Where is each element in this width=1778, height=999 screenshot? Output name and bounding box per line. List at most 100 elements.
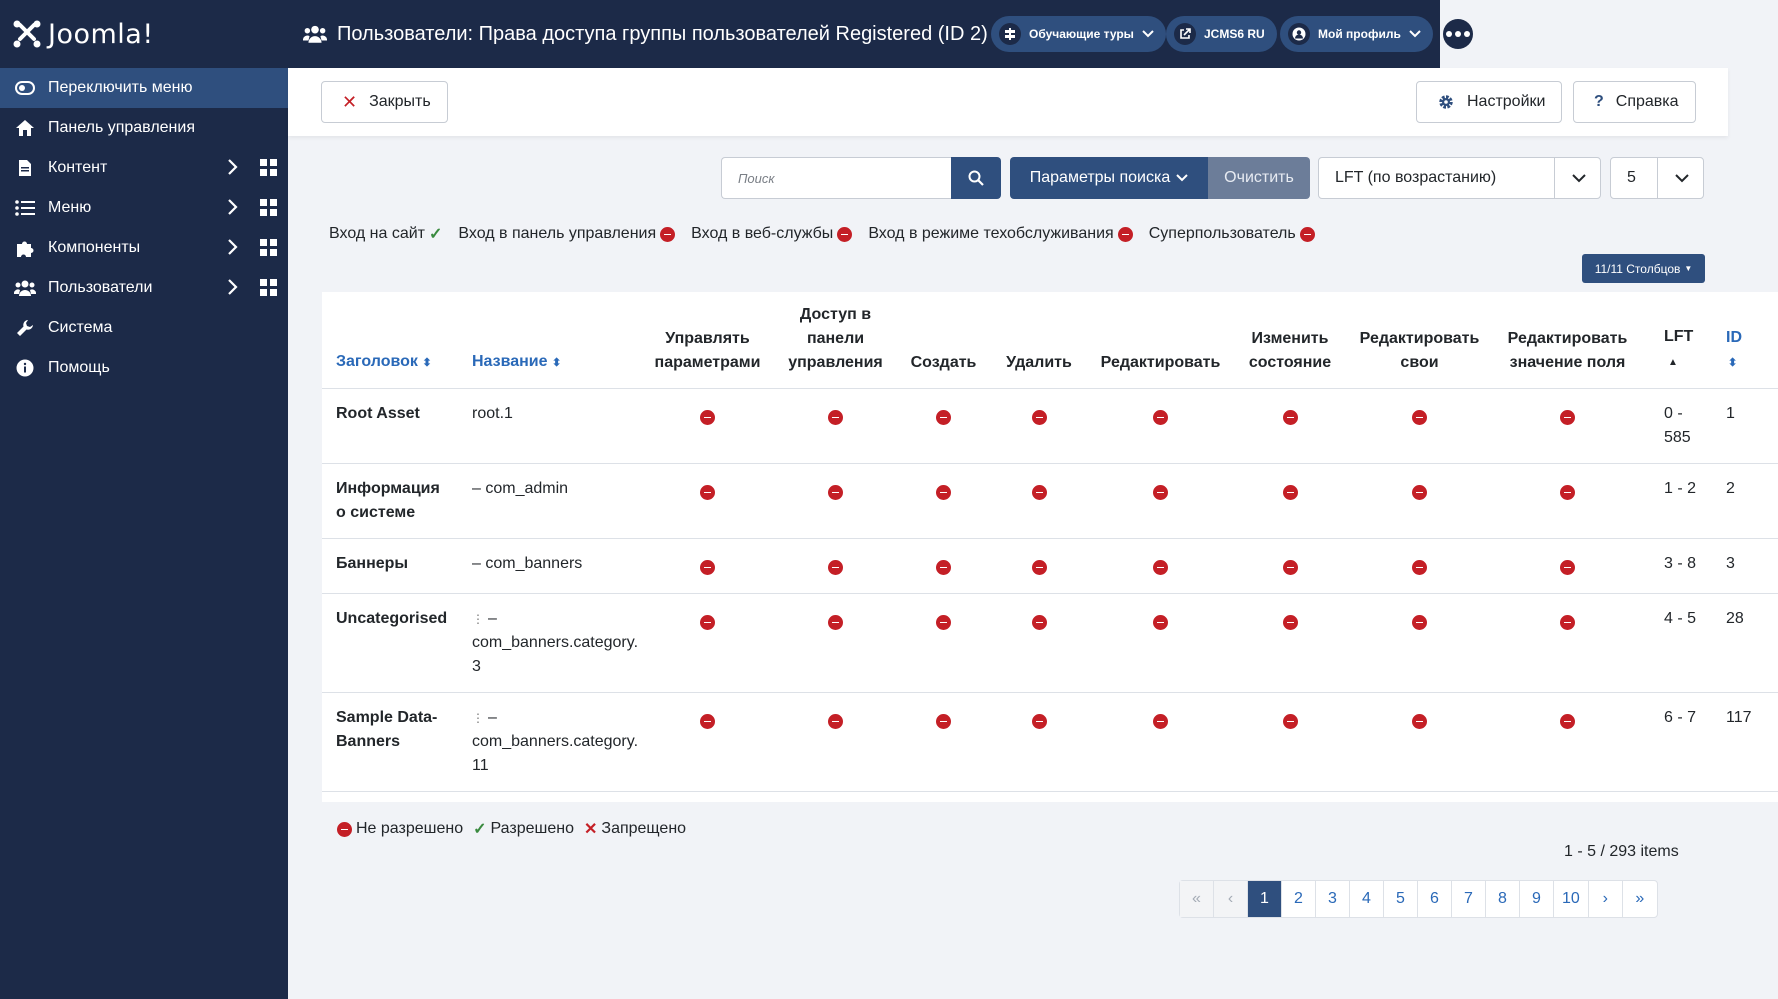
page-title: Пользователи: Права доступа группы польз… [303,23,988,46]
row-id: 1 [1708,388,1778,464]
column-header-name[interactable]: Название ⬍ [458,292,644,389]
view-site-button[interactable]: JCMS6 RU [1166,16,1277,52]
page-link[interactable]: 1 [1248,881,1282,917]
not-allowed-icon [1412,614,1427,630]
limit-select[interactable]: 5 [1610,157,1704,199]
table-row: Sample Data-Banners ⋮ – com_banners.catego… [322,692,1778,792]
search-input[interactable] [721,157,951,199]
user-menu-label: Мой профиль [1318,27,1401,41]
row-id: 117 [1708,692,1778,792]
page-link[interactable]: 4 [1350,881,1384,917]
permission-cell-admin [644,692,771,792]
not-allowed-icon [1153,559,1168,575]
help-button[interactable]: ? Справка [1573,81,1696,123]
column-header-title[interactable]: Заголовок ⬍ [322,292,458,389]
chevron-down-icon [1409,30,1421,38]
permission-cell-admin [644,388,771,464]
close-button[interactable]: ✕ Закрыть [321,81,448,123]
not-allowed-icon [1031,614,1047,630]
drag-handle-icon[interactable]: ⋮ [472,612,484,626]
not-allowed-icon [1299,226,1315,242]
search-icon [968,170,984,186]
page-link[interactable]: 10 [1554,881,1589,917]
columns-toggle-button[interactable]: 11/11 Столбцов ▼ [1582,254,1705,283]
dashboard-grid-icon[interactable] [260,159,277,176]
check-icon: ✓ [428,226,443,243]
column-header-edit-own: Редактировать свои [1350,292,1489,389]
permission-cell-create [900,463,987,539]
close-button-label: Закрыть [369,93,431,110]
sidebar-item-dashboard[interactable]: Панель управления [0,108,288,148]
permission-cell-admin [644,538,771,594]
page-title-text: Пользователи: Права доступа группы польз… [337,22,988,45]
sidebar-item-content[interactable]: Контент [0,148,288,188]
more-options-icon[interactable] [1443,19,1473,49]
first-page-icon[interactable]: « [1180,881,1214,917]
page-link[interactable]: 3 [1316,881,1350,917]
search-button[interactable] [951,157,1001,199]
permission-cell-edit [1091,538,1230,594]
dashboard-grid-icon[interactable] [260,199,277,216]
sidebar-item-label: Помощь [48,359,110,376]
next-page-icon[interactable]: › [1589,881,1623,917]
not-allowed-icon [1031,409,1047,425]
sidebar-item-users[interactable]: Пользователи [0,268,288,308]
joomla-logo[interactable]: Joomla! [0,0,288,68]
api-login-label: Вход в веб-службы [691,225,834,242]
permission-cell-delete [987,388,1091,464]
page-link[interactable]: 5 [1384,881,1418,917]
super-user-label: Суперпользователь [1148,225,1296,242]
column-header-lft[interactable]: LFT ▲ [1646,292,1708,389]
previous-page-icon[interactable]: ‹ [1214,881,1248,917]
row-lft: 4 - 5 [1646,593,1708,693]
permission-cell-manage [771,538,900,594]
chevron-right-icon[interactable] [226,198,238,216]
sidebar-item-toggle-menu[interactable]: Переключить меню [0,68,288,108]
columns-toggle-label: 11/11 Столбцов [1594,261,1681,276]
filter-options-label: Параметры поиска [1029,169,1171,186]
sidebar-item-menus[interactable]: Меню [0,188,288,228]
permission-cell-admin [644,463,771,539]
header-label: Название [472,352,548,370]
row-title: Uncategorised [322,593,458,693]
dashboard-grid-icon[interactable] [260,239,277,256]
column-header-delete: Удалить [987,292,1091,389]
permissions-table: Заголовок ⬍ Название ⬍ Управлять парамет… [322,292,1778,792]
filter-options-button[interactable]: Параметры поиска [1010,157,1208,199]
chevron-right-icon[interactable] [226,158,238,176]
not-allowed-icon [700,559,715,575]
not-allowed-icon [1282,713,1298,729]
guided-tours-button[interactable]: Обучающие туры [991,16,1166,52]
table-row: Информация о системе – com_admin 1 - 22 [322,463,1778,539]
help-button-label: Справка [1615,93,1679,110]
chevron-down-icon [1675,174,1689,183]
ordering-select[interactable]: LFT (по возрастанию) [1318,157,1601,199]
chevron-right-icon[interactable] [226,278,238,296]
ordering-select-value: LFT (по возрастанию) [1335,169,1497,186]
sidebar-item-system[interactable]: Система [0,308,288,348]
page-link[interactable]: 9 [1520,881,1554,917]
row-id: 2 [1708,463,1778,539]
page-link[interactable]: 8 [1486,881,1520,917]
sidebar-item-components[interactable]: Компоненты [0,228,288,268]
page-link[interactable]: 2 [1282,881,1316,917]
dashboard-grid-icon[interactable] [260,279,277,296]
permission-cell-delete [987,692,1091,792]
page-link[interactable]: 6 [1418,881,1452,917]
sidebar-item-help[interactable]: Помощь [0,348,288,388]
last-page-icon[interactable]: » [1623,881,1657,917]
drag-handle-icon[interactable]: ⋮ [472,711,484,725]
legend-not-allowed: Не разрешено [337,820,463,838]
user-menu-button[interactable]: Мой профиль [1280,16,1433,52]
permission-cell-edit-state [1230,538,1350,594]
permission-cell-edit-own [1350,593,1489,693]
row-lft: 0 - 585 [1646,388,1708,464]
permission-cell-edit [1091,388,1230,464]
chevron-down-icon [1176,174,1188,182]
clear-button[interactable]: Очистить [1208,157,1310,199]
not-allowed-icon [828,409,843,425]
chevron-right-icon[interactable] [226,238,238,256]
page-link[interactable]: 7 [1452,881,1486,917]
options-button[interactable]: Настройки [1416,81,1563,123]
column-header-id[interactable]: ID ⬍ [1708,292,1778,389]
